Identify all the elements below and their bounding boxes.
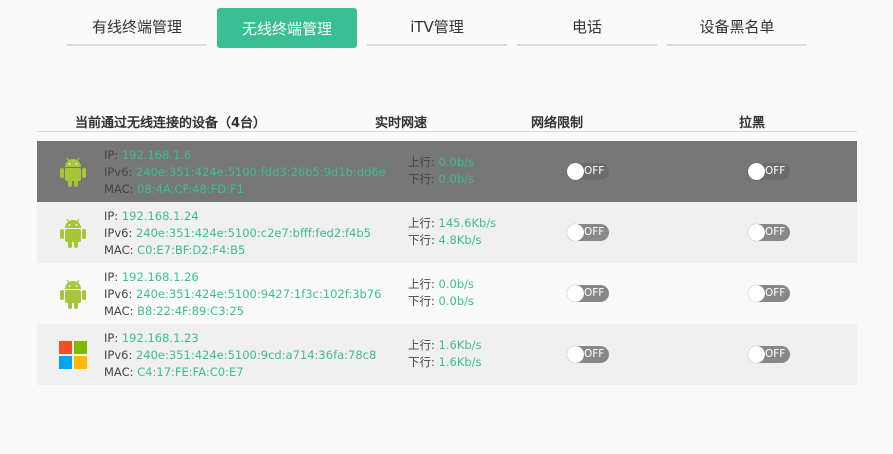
tab-wired-terminals[interactable]: 有线终端管理 xyxy=(67,8,207,46)
mac-value: B8:22:4F:89:C3:25 xyxy=(137,304,245,318)
toggle-state: OFF xyxy=(765,287,786,299)
ip-label: IP: xyxy=(104,270,122,284)
speed-info: 上行: 0.0b/s 下行: 0.0b/s xyxy=(408,276,474,310)
tab-itv[interactable]: iTV管理 xyxy=(367,8,507,46)
upload-label: 上行: xyxy=(408,216,439,230)
mac-value: C0:E7:BF:D2:F4:B5 xyxy=(137,243,246,257)
network-limit-toggle[interactable]: OFF xyxy=(567,163,609,180)
device-list: IP: 192.168.1.6 IPv6: 240e:351:424e:5100… xyxy=(37,141,857,385)
toggle-knob xyxy=(567,163,584,180)
upload-value: 0.0b/s xyxy=(438,155,474,169)
toggle-state: OFF xyxy=(584,165,605,177)
tab-phone[interactable]: 电话 xyxy=(517,8,657,46)
download-value: 0.0b/s xyxy=(438,294,474,308)
ip-value: 192.168.1.6 xyxy=(121,148,192,162)
ipv6-value: 240e:351:424e:5100:c2e7:bfff:fed2:f4b5 xyxy=(135,226,371,240)
ip-label: IP: xyxy=(104,209,122,223)
network-limit-toggle[interactable]: OFF xyxy=(567,346,609,363)
ip-label: IP: xyxy=(104,331,122,345)
toggle-state: OFF xyxy=(584,287,605,299)
windows-icon xyxy=(59,341,87,369)
ipv6-label: IPv6: xyxy=(104,287,136,301)
toggle-state: OFF xyxy=(765,165,786,177)
ipv6-value: 240e:351:424e:5100:fdd3:26b5:9d1b:dd6e xyxy=(135,165,386,179)
upload-value: 145.6Kb/s xyxy=(438,216,497,230)
ipv6-label: IPv6: xyxy=(104,165,136,179)
upload-value: 1.6Kb/s xyxy=(438,338,482,352)
speed-info: 上行: 145.6Kb/s 下行: 4.8Kb/s xyxy=(408,215,496,249)
blacklist-toggle[interactable]: OFF xyxy=(748,224,790,241)
toggle-state: OFF xyxy=(584,226,605,238)
blacklist-toggle[interactable]: OFF xyxy=(748,285,790,302)
upload-label: 上行: xyxy=(408,338,439,352)
toggle-knob xyxy=(748,346,765,363)
upload-label: 上行: xyxy=(408,155,439,169)
table-row: IP: 192.168.1.24 IPv6: 240e:351:424e:510… xyxy=(37,202,857,263)
tab-bar: 有线终端管理 无线终端管理 iTV管理 电话 设备黑名单 xyxy=(0,8,893,48)
toggle-knob xyxy=(748,163,765,180)
device-info: IP: 192.168.1.6 IPv6: 240e:351:424e:5100… xyxy=(104,147,386,198)
download-label: 下行: xyxy=(408,233,439,247)
speed-info: 上行: 1.6Kb/s 下行: 1.6Kb/s xyxy=(408,337,482,371)
download-label: 下行: xyxy=(408,355,439,369)
tab-device-blacklist[interactable]: 设备黑名单 xyxy=(667,8,807,46)
ipv6-value: 240e:351:424e:5100:9cd:a714:36fa:78c8 xyxy=(135,348,377,362)
android-icon xyxy=(60,157,86,187)
mac-label: MAC: xyxy=(104,182,138,196)
header-limit: 网络限制 xyxy=(531,116,584,131)
download-label: 下行: xyxy=(408,172,439,186)
network-limit-toggle[interactable]: OFF xyxy=(567,224,609,241)
toggle-knob xyxy=(748,224,765,241)
ipv6-label: IPv6: xyxy=(104,226,136,240)
network-limit-toggle[interactable]: OFF xyxy=(567,285,609,302)
toggle-state: OFF xyxy=(765,348,786,360)
android-icon xyxy=(60,279,86,309)
header-device: 当前通过无线连接的设备（4台） xyxy=(75,116,267,131)
download-value: 4.8Kb/s xyxy=(438,233,482,247)
blacklist-toggle[interactable]: OFF xyxy=(748,163,790,180)
ip-label: IP: xyxy=(104,148,122,162)
tab-wireless-terminals[interactable]: 无线终端管理 xyxy=(217,8,357,48)
toggle-knob xyxy=(567,285,584,302)
mac-label: MAC: xyxy=(104,365,138,379)
ip-value: 192.168.1.24 xyxy=(121,209,199,223)
mac-value: 08:4A:CF:48:FD:F1 xyxy=(137,182,244,196)
download-label: 下行: xyxy=(408,294,439,308)
mac-label: MAC: xyxy=(104,304,138,318)
speed-info: 上行: 0.0b/s 下行: 0.0b/s xyxy=(408,154,474,188)
upload-value: 0.0b/s xyxy=(438,277,474,291)
ip-value: 192.168.1.23 xyxy=(121,331,199,345)
header-blacklist: 拉黑 xyxy=(739,116,766,131)
download-value: 1.6Kb/s xyxy=(438,355,482,369)
mac-label: MAC: xyxy=(104,243,138,257)
table-row: IP: 192.168.1.6 IPv6: 240e:351:424e:5100… xyxy=(37,141,857,202)
ipv6-label: IPv6: xyxy=(104,348,136,362)
upload-label: 上行: xyxy=(408,277,439,291)
table-header: 当前通过无线连接的设备（4台） 实时网速 网络限制 拉黑 xyxy=(37,110,857,132)
toggle-state: OFF xyxy=(765,226,786,238)
table-row: IP: 192.168.1.26 IPv6: 240e:351:424e:510… xyxy=(37,263,857,324)
android-icon xyxy=(60,218,86,248)
table-row: IP: 192.168.1.23 IPv6: 240e:351:424e:510… xyxy=(37,324,857,385)
toggle-knob xyxy=(567,224,584,241)
mac-value: C4:17:FE:FA:C0:E7 xyxy=(137,365,244,379)
blacklist-toggle[interactable]: OFF xyxy=(748,346,790,363)
download-value: 0.0b/s xyxy=(438,172,474,186)
ipv6-value: 240e:351:424e:5100:9427:1f3c:102f:3b76 xyxy=(135,287,382,301)
toggle-knob xyxy=(567,346,584,363)
device-info: IP: 192.168.1.24 IPv6: 240e:351:424e:510… xyxy=(104,208,371,259)
toggle-state: OFF xyxy=(584,348,605,360)
device-info: IP: 192.168.1.26 IPv6: 240e:351:424e:510… xyxy=(104,269,381,320)
device-info: IP: 192.168.1.23 IPv6: 240e:351:424e:510… xyxy=(104,330,376,381)
toggle-knob xyxy=(748,285,765,302)
ip-value: 192.168.1.26 xyxy=(121,270,199,284)
header-speed: 实时网速 xyxy=(375,116,428,131)
